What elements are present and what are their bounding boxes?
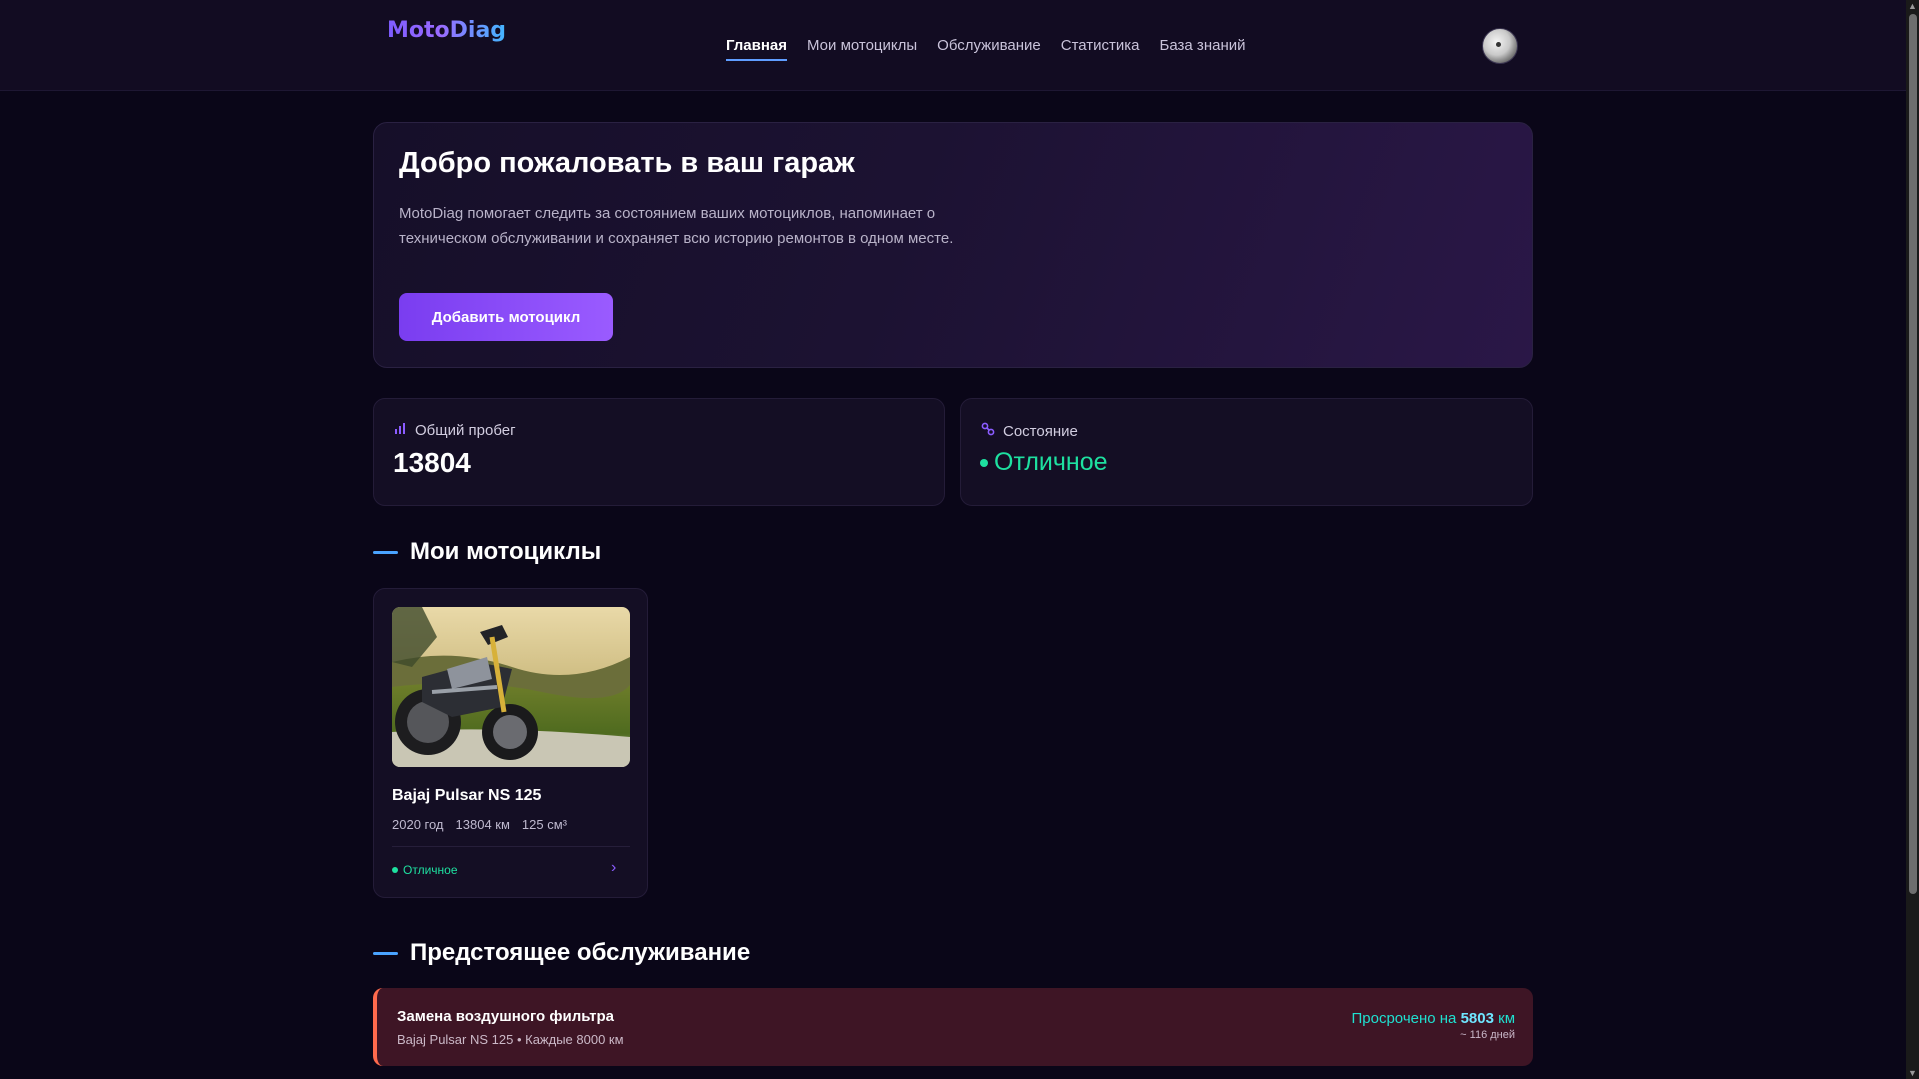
page-scrollbar[interactable]: ▲ ▼ <box>1906 0 1919 1079</box>
maintenance-days: ~ 116 дней <box>1460 1029 1515 1041</box>
maintenance-overdue-block: Просрочено на 5803 км ~ 116 дней <box>1352 1010 1516 1041</box>
avatar[interactable] <box>1482 28 1518 64</box>
main-nav: Главная Мои мотоциклы Обслуживание Стати… <box>726 37 1245 61</box>
welcome-hero: Добро пожаловать в ваш гараж MotoDiag по… <box>373 122 1533 368</box>
section-accent-bar <box>373 550 398 554</box>
nav-item-home[interactable]: Главная <box>726 37 788 61</box>
stat-label-mileage: Общий пробег <box>394 422 516 439</box>
maintenance-title: Замена воздушного фильтра <box>397 1008 614 1025</box>
wrench-link-icon <box>981 422 995 440</box>
logo[interactable]: MotoDiag <box>387 18 506 43</box>
nav-item-my-motorcycles[interactable]: Мои мотоциклы <box>807 37 917 61</box>
chevron-right-icon[interactable]: › <box>611 859 616 877</box>
section-accent-bar <box>373 951 398 955</box>
nav-item-knowledge-base[interactable]: База знаний <box>1160 37 1246 61</box>
motorcycle-mileage: 13804 км <box>455 817 510 832</box>
motorcycle-card[interactable]: Bajaj Pulsar NS 125 2020 год 13804 км 12… <box>373 588 648 898</box>
top-navbar: MotoDiag Главная Мои мотоциклы Обслужива… <box>0 0 1906 91</box>
motorcycle-status: Отличное <box>392 863 458 877</box>
nav-item-maintenance[interactable]: Обслуживание <box>937 37 1041 61</box>
bar-chart-icon <box>394 422 407 439</box>
motorcycle-year: 2020 год <box>392 817 444 832</box>
stat-card-condition: Состояние Отличное <box>960 398 1533 506</box>
scrollbar-thumb[interactable] <box>1909 14 1917 894</box>
hero-description: MotoDiag помогает следить за состоянием … <box>399 205 954 247</box>
stat-card-mileage: Общий пробег 13804 <box>373 398 945 506</box>
motorcycle-specs: 2020 год 13804 км 125 см³ <box>392 817 567 832</box>
section-title-maintenance: Предстоящее обслуживание <box>373 939 750 967</box>
motorcycle-volume: 125 см³ <box>521 817 567 832</box>
stat-value-condition: Отличное <box>980 448 1108 477</box>
section-title-motorcycles: Мои мотоциклы <box>373 538 601 566</box>
maintenance-subtitle: Bajaj Pulsar NS 125 • Каждые 8000 км <box>397 1032 624 1047</box>
add-motorcycle-button[interactable]: Добавить мотоцикл <box>399 293 613 341</box>
stat-label-condition: Состояние <box>981 422 1078 440</box>
nav-item-statistics[interactable]: Статистика <box>1061 37 1140 61</box>
maintenance-item[interactable]: Замена воздушного фильтра Bajaj Pulsar N… <box>373 988 1533 1066</box>
status-dot <box>392 867 398 873</box>
card-divider <box>392 846 630 847</box>
stat-value-mileage: 13804 <box>393 447 471 478</box>
hero-title: Добро пожаловать в ваш гараж <box>399 147 855 179</box>
maintenance-overdue: Просрочено на 5803 км <box>1351 1010 1516 1027</box>
page: MotoDiag Главная Мои мотоциклы Обслужива… <box>0 0 1919 1079</box>
scroll-down-arrow-icon[interactable]: ▼ <box>1908 1068 1917 1078</box>
motorcycle-name: Bajaj Pulsar NS 125 <box>392 787 542 804</box>
status-dot <box>980 458 988 467</box>
motorcycle-photo <box>392 607 630 767</box>
scroll-up-arrow-icon[interactable]: ▲ <box>1908 1 1917 11</box>
